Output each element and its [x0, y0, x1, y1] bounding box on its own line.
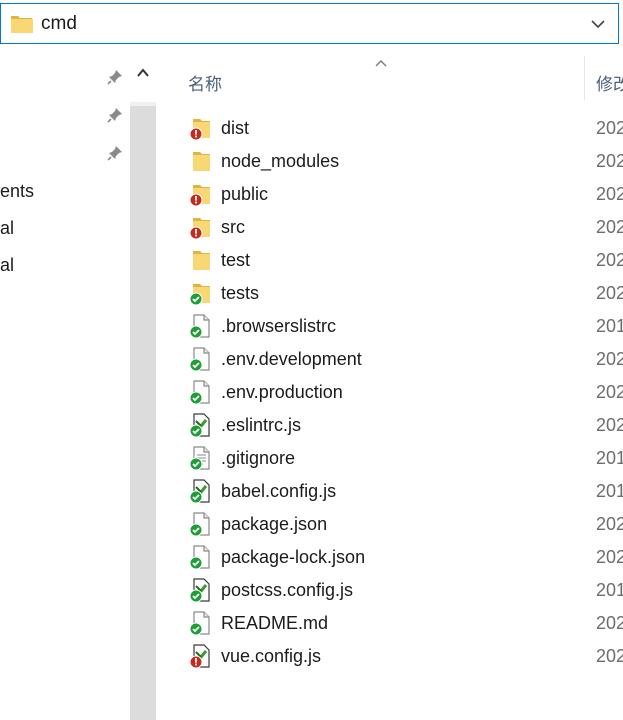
- file-row[interactable]: README.md 202: [156, 606, 623, 639]
- file-row[interactable]: .eslintrc.js 202: [156, 408, 623, 441]
- file-synced-icon: [188, 313, 214, 339]
- file-date-modified: 202: [596, 250, 623, 270]
- navigation-pane: ents al al: [0, 48, 156, 720]
- file-name: public: [221, 184, 269, 204]
- column-modified-header[interactable]: 修改: [596, 70, 623, 95]
- file-date-modified: 201: [596, 580, 623, 600]
- nav-item-label[interactable]: al: [0, 254, 14, 276]
- file-name: package.json: [221, 514, 328, 534]
- file-name: .env.production: [221, 382, 343, 402]
- file-row[interactable]: vue.config.js 202: [156, 639, 623, 672]
- file-explorer-window: cmd ents al al 名称 修改 dist 202 node_modul…: [0, 0, 623, 720]
- file-row[interactable]: postcss.config.js 201: [156, 573, 623, 606]
- address-bar[interactable]: cmd: [0, 3, 619, 44]
- nav-item-label[interactable]: ents: [0, 180, 34, 202]
- file-date-modified: 202: [596, 217, 623, 237]
- file-name: node_modules: [221, 151, 340, 171]
- file-name: README.md: [221, 613, 329, 633]
- file-date-modified: 202: [596, 151, 623, 171]
- pin-icon[interactable]: [106, 68, 124, 86]
- file-date-modified: 202: [596, 547, 623, 567]
- folder-icon: [188, 148, 214, 174]
- file-synced-icon: [188, 379, 214, 405]
- folder-synced-icon: [188, 280, 214, 306]
- scrollbar-thumb[interactable]: [130, 106, 156, 720]
- file-row[interactable]: dist 202: [156, 111, 623, 144]
- file-row[interactable]: public 202: [156, 177, 623, 210]
- file-date-modified: 202: [596, 184, 623, 204]
- text-file-synced-icon: [188, 445, 214, 471]
- script-synced-icon: [188, 478, 214, 504]
- file-row[interactable]: .env.development 202: [156, 342, 623, 375]
- address-path[interactable]: cmd: [41, 12, 77, 36]
- script-synced-icon: [188, 577, 214, 603]
- chevron-down-icon[interactable]: [590, 16, 606, 32]
- nav-item-label[interactable]: al: [0, 217, 14, 239]
- script-synced-icon: [188, 412, 214, 438]
- file-synced-icon: [188, 511, 214, 537]
- file-date-modified: 202: [596, 514, 623, 534]
- file-date-modified: 202: [596, 118, 623, 138]
- folder-icon: [188, 247, 214, 273]
- file-row[interactable]: package-lock.json 202: [156, 540, 623, 573]
- file-row[interactable]: .gitignore 201: [156, 441, 623, 474]
- pin-icon[interactable]: [106, 144, 124, 162]
- file-name: .browserslistrc: [221, 316, 337, 336]
- file-date-modified: 202: [596, 646, 623, 666]
- file-row[interactable]: babel.config.js 201: [156, 474, 623, 507]
- file-name: postcss.config.js: [221, 580, 354, 600]
- file-synced-icon: [188, 346, 214, 372]
- nav-scrollbar[interactable]: [130, 60, 156, 720]
- file-row[interactable]: tests 202: [156, 276, 623, 309]
- column-name-header[interactable]: 名称: [188, 70, 222, 95]
- file-row[interactable]: .browserslistrc 201: [156, 309, 623, 342]
- file-date-modified: 202: [596, 613, 623, 633]
- file-name: tests: [221, 283, 260, 303]
- script-conflict-icon: [188, 643, 214, 669]
- file-name: babel.config.js: [221, 481, 337, 501]
- file-row[interactable]: .env.production 202: [156, 375, 623, 408]
- file-synced-icon: [188, 610, 214, 636]
- file-date-modified: 202: [596, 382, 623, 402]
- file-name: vue.config.js: [221, 646, 322, 666]
- file-row[interactable]: package.json 202: [156, 507, 623, 540]
- file-name: package-lock.json: [221, 547, 366, 567]
- file-row[interactable]: node_modules 202: [156, 144, 623, 177]
- file-date-modified: 202: [596, 283, 623, 303]
- sort-ascending-icon: [375, 60, 387, 67]
- folder-conflict-icon: [188, 214, 214, 240]
- file-date-modified: 202: [596, 349, 623, 369]
- folder-conflict-icon: [188, 115, 214, 141]
- file-date-modified: 202: [596, 415, 623, 435]
- file-row[interactable]: src 202: [156, 210, 623, 243]
- file-row[interactable]: test 202: [156, 243, 623, 276]
- file-synced-icon: [188, 544, 214, 570]
- file-date-modified: 201: [596, 448, 623, 468]
- file-name: .eslintrc.js: [221, 415, 302, 435]
- file-date-modified: 201: [596, 481, 623, 501]
- file-name: .env.development: [221, 349, 362, 369]
- folder-icon: [11, 16, 33, 33]
- file-name: test: [221, 250, 251, 270]
- file-name: .gitignore: [221, 448, 296, 468]
- caret-up-icon[interactable]: [136, 67, 150, 79]
- column-header: 名称 修改: [156, 48, 623, 100]
- pin-icon[interactable]: [106, 106, 124, 124]
- folder-conflict-icon: [188, 181, 214, 207]
- column-divider[interactable]: [584, 56, 585, 100]
- file-name: src: [221, 217, 245, 237]
- file-name: dist: [221, 118, 250, 138]
- file-date-modified: 201: [596, 316, 623, 336]
